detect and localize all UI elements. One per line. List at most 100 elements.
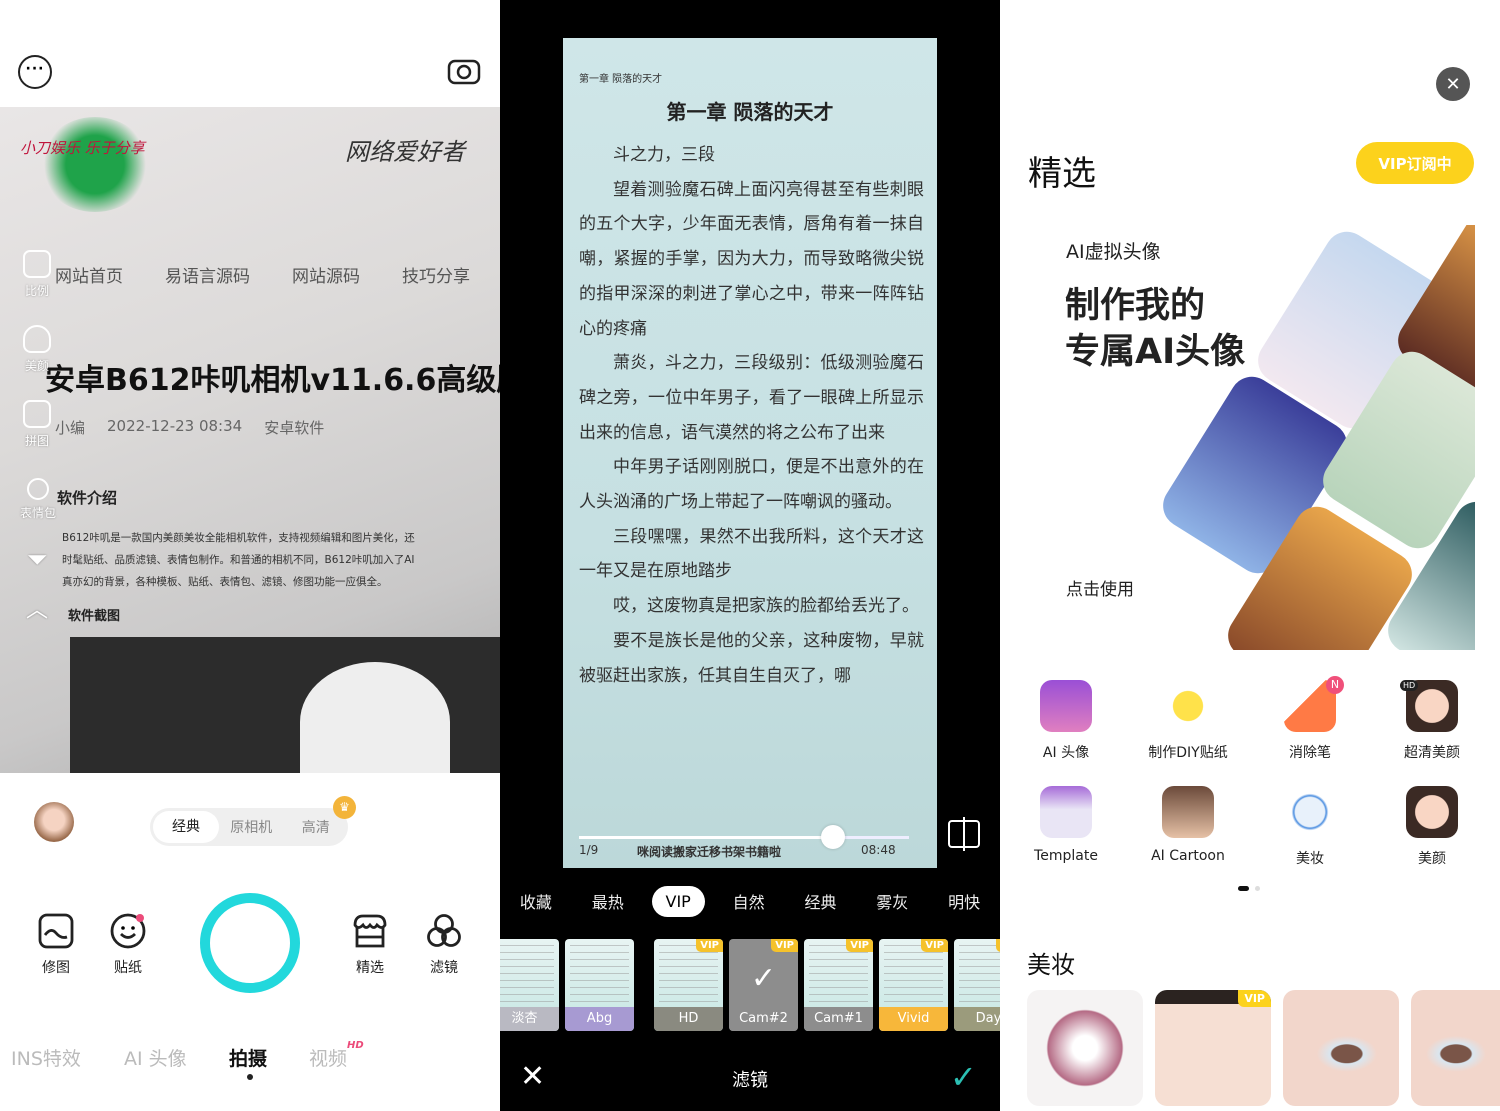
page-time: 08:48 [861, 843, 896, 857]
feature-template[interactable]: Template [1005, 786, 1127, 864]
tab-ins-effects[interactable]: INS特效 [11, 1044, 81, 1071]
tool-label: 滤镜 [430, 960, 458, 976]
tab-shoot[interactable]: 拍摄 [229, 1044, 267, 1071]
compare-icon[interactable] [948, 817, 980, 851]
camera-viewfinder[interactable]: 小刀娱乐 乐于分享 网络爱好者 网站首页 易语言源码 网站源码 技巧分享 宅 安… [0, 107, 500, 773]
photo-title: 安卓B612咔叽相机v11.6.6高级版 [45, 363, 500, 398]
tool-store[interactable]: 精选 [340, 913, 400, 977]
filter-thumb[interactable]: Abg [565, 939, 634, 1031]
photo-date: 2022-12-23 08:34 [107, 417, 243, 435]
vip-badge: VIP [921, 939, 948, 952]
vip-badge: VIP [1238, 990, 1271, 1007]
chevron-up-icon: ︿ [25, 598, 48, 623]
banner-headline: 专属AI头像 [1065, 332, 1246, 372]
avatar[interactable] [34, 802, 74, 842]
photo-nav: 网站首页 易语言源码 网站源码 技巧分享 宅 [55, 262, 500, 287]
filter-thumb[interactable]: VIP Vivid [879, 939, 948, 1031]
crown-icon: ♛ [333, 796, 356, 819]
banner-headline: 制作我的 [1065, 286, 1206, 326]
filter-thumb[interactable]: VIP HD [654, 939, 723, 1031]
photo-category: 安卓软件 [264, 419, 325, 437]
confirm-check-icon[interactable]: ✓ [950, 1058, 977, 1096]
tool-filter[interactable]: 滤镜 [414, 913, 474, 977]
tool-label: 精选 [356, 960, 384, 976]
category-bright[interactable]: 明快 [936, 884, 992, 918]
vip-badge: VIP [771, 939, 798, 952]
tab-ai-avatar[interactable]: AI 头像 [124, 1044, 187, 1071]
feature-label: 超清美颜 [1404, 745, 1460, 761]
category-natural[interactable]: 自然 [721, 884, 777, 918]
feature-label: 消除笔 [1289, 745, 1331, 761]
filter-thumb[interactable]: 淡杏 [500, 939, 559, 1031]
vip-badge: VIP [696, 939, 723, 952]
camera-switch-icon[interactable] [446, 55, 482, 87]
hd-beauty-icon: HD [1400, 680, 1458, 732]
emoji-pack-icon [27, 478, 49, 500]
filter-screen: 第一章 陨落的天才 第一章 陨落的天才 斗之力，三段 望着测验魔石碑上面闪亮得甚… [500, 0, 1000, 1111]
thumb-preview [959, 945, 1000, 1005]
page-title: 精选 [1028, 154, 1096, 194]
vip-subscription-button[interactable]: VIP订阅中 [1356, 142, 1474, 184]
photo-panda [300, 662, 450, 773]
close-icon[interactable]: ✕ [1436, 67, 1470, 101]
category-classic[interactable]: 经典 [792, 884, 848, 918]
tool-sticker[interactable]: 贴纸 [98, 913, 158, 977]
selected-check-icon: ✓ [750, 961, 777, 996]
filter-thumb[interactable]: VIP ✓ Cam#2 [729, 939, 798, 1031]
feature-beauty-face[interactable]: 美颜 [1371, 786, 1493, 868]
feature-label: AI 头像 [1042, 745, 1090, 761]
feature-ai-avatar[interactable]: AI 头像 [1005, 680, 1127, 762]
category-hot[interactable]: 最热 [580, 884, 636, 918]
feature-eraser[interactable]: N 消除笔 [1249, 676, 1371, 762]
filter-funnel-icon: ⏷ [26, 545, 48, 575]
paragraph: 要不是族长是他的父亲，这种废物，早就被驱赶出家族，任其自生自灭了，哪 [579, 630, 924, 686]
side-tool-ratio[interactable]: 比例 [14, 250, 60, 299]
slider-knob[interactable] [821, 825, 846, 849]
hd-badge: HD [347, 1040, 364, 1051]
mode-original[interactable]: 原相机 [219, 817, 284, 837]
more-circle-icon[interactable]: ··· [18, 55, 52, 89]
makeup-item-eye[interactable] [1283, 990, 1399, 1106]
tool-edit[interactable]: 修图 [26, 913, 86, 977]
side-tool-collapse[interactable]: ︿ [14, 592, 60, 624]
camera-screen: ··· 小刀娱乐 乐于分享 网络爱好者 网站首页 易语言源码 网站源码 技巧分享… [0, 0, 500, 1111]
category-mist-grey[interactable]: 雾灰 [864, 884, 920, 918]
tab-video[interactable]: 视频 [309, 1044, 347, 1071]
feature-sparkle-sticker[interactable]: 制作DIY贴纸 [1127, 680, 1249, 762]
section-title-makeup: 美妆 [1027, 951, 1075, 979]
mode-classic[interactable]: 经典 [153, 811, 219, 843]
image-edit-icon [38, 913, 74, 949]
makeup-item-lens[interactable] [1027, 990, 1143, 1106]
shutter-button[interactable] [200, 893, 300, 993]
side-tool-emoji-pack[interactable]: 表情包 [10, 478, 66, 521]
makeup-item-eye[interactable] [1411, 990, 1500, 1106]
paragraph: 萧炎，斗之力，三段级别：低级测验魔石碑之旁，一位中年男子，看了一眼碑上所显示出来… [579, 353, 924, 443]
banner-cta[interactable]: 点击使用 [1066, 575, 1134, 600]
makeup-item-face[interactable]: VIP [1155, 990, 1271, 1106]
filter-thumb[interactable]: VIPDay [954, 939, 1000, 1031]
feature-makeup[interactable]: 美妆 [1249, 786, 1371, 868]
tool-label: 贴纸 [114, 960, 142, 976]
photo-section-heading: 软件截图 [68, 609, 121, 624]
thumb-preview [659, 945, 718, 1005]
photo-handwriting: 网络爱好者 [345, 138, 465, 166]
feature-badge: N [1326, 676, 1344, 694]
store-screen: ✕ 精选 VIP订阅中 AI虚拟头像 制作我的 专属AI头像 点击使用 AI 头… [1000, 0, 1500, 1111]
filter-label: Day [954, 1007, 1000, 1031]
side-tool-filter[interactable]: ⏷ [14, 545, 60, 576]
paragraph: 望着测验魔石碑上面闪亮得甚至有些刺眼的五个大字，少年面无表情，唇角有着一抹自嘲，… [579, 179, 924, 339]
page-number: 1/9 [579, 843, 599, 857]
slider-fill [579, 836, 834, 839]
filter-intensity-slider[interactable] [579, 825, 909, 849]
feature-hd-beauty[interactable]: HD 超清美颜 [1371, 680, 1493, 762]
side-tool-collage[interactable]: 拼图 [14, 400, 60, 449]
side-tool-beauty[interactable]: 美颜 [14, 325, 60, 374]
beauty-icon [23, 325, 51, 353]
mode-hd[interactable]: 高清 [284, 817, 349, 837]
category-vip[interactable]: VIP [651, 885, 705, 917]
category-favorites[interactable]: 收藏 [508, 884, 564, 918]
filter-thumb[interactable]: VIP Cam#1 [804, 939, 873, 1031]
feature-ai-cartoon[interactable]: AI Cartoon [1127, 786, 1249, 864]
ai-avatar-banner[interactable]: AI虚拟头像 制作我的 专属AI头像 点击使用 [1030, 225, 1475, 650]
photo-nav-item: 网站源码 [292, 267, 360, 287]
